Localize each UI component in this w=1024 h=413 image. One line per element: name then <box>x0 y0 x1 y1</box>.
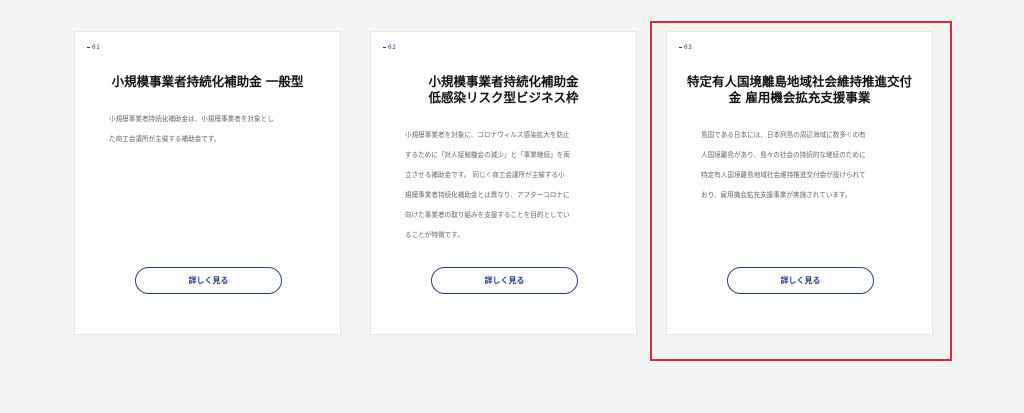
card-number: 02 <box>383 44 396 51</box>
card-title: 小規模事業者持続化補助金 低感染リスク型ビジネス枠 <box>428 74 579 105</box>
details-button[interactable]: 詳しく見る <box>727 267 874 294</box>
card-number: 01 <box>87 44 100 51</box>
details-button[interactable]: 詳しく見る <box>431 267 578 294</box>
subsidy-card-low-infection-risk: 02 小規模事業者持続化補助金 低感染リスク型ビジネス枠 小規模事業者を対象に、… <box>370 31 637 335</box>
card-number: 03 <box>679 44 692 51</box>
subsidy-card-general: 01 小規模事業者持続化補助金 一般型 小規模事業者持続化補助金は、小規模事業者… <box>74 31 341 335</box>
details-button[interactable]: 詳しく見る <box>135 267 282 294</box>
card-description: 小規模事業者持続化補助金は、小規模事業者を対象とし た商工会議所が主催する補助金… <box>109 115 274 143</box>
card-description: 小規模事業者を対象に、コロナウィルス感染拡大を防止 するために「対人接触機会の減… <box>405 131 570 239</box>
card-description: 島国である日本には、日本列島の周辺海域に数多くの有 人国境離島があり、島々の社会… <box>701 131 866 199</box>
card-title: 特定有人国境離島地域社会維持推進交付 金 雇用機会拡充支援事業 <box>686 74 912 105</box>
card-title: 小規模事業者持続化補助金 一般型 <box>111 74 304 89</box>
subsidy-card-remote-islands: 03 特定有人国境離島地域社会維持推進交付 金 雇用機会拡充支援事業 島国である… <box>666 31 933 335</box>
